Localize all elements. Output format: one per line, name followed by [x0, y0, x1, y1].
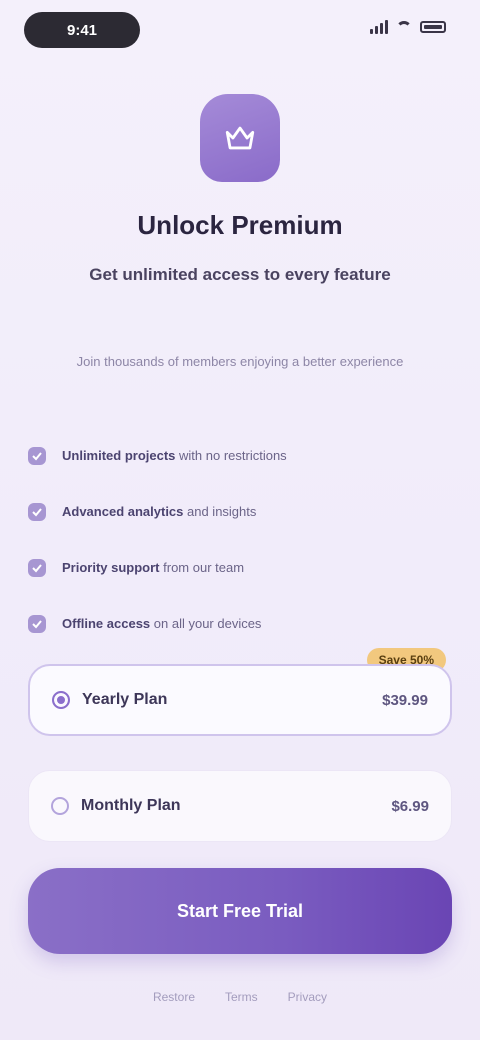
feature-item: Advanced analytics and insights — [28, 484, 448, 540]
check-icon — [28, 503, 46, 521]
feature-text: Unlimited projects with no restrictions — [62, 448, 287, 463]
monthly-plan-option[interactable]: Monthly Plan $6.99 — [28, 770, 452, 842]
yearly-plan-option[interactable]: Yearly Plan $39.99 — [28, 664, 452, 736]
feature-text: Advanced analytics and insights — [62, 504, 257, 519]
plan-label: Yearly Plan — [82, 691, 168, 708]
plan-price: $6.99 — [391, 797, 429, 815]
privacy-link[interactable]: Privacy — [288, 990, 327, 1004]
status-time: 9:41 — [24, 12, 140, 48]
wifi-icon — [396, 21, 412, 33]
check-icon — [28, 559, 46, 577]
plan-radio-selected[interactable] — [52, 691, 70, 709]
feature-text: Offline access on all your devices — [62, 616, 262, 631]
restore-link[interactable]: Restore — [153, 990, 195, 1004]
page-title: Unlock Premium — [137, 210, 343, 240]
feature-text: Priority support from our team — [62, 560, 245, 575]
battery-icon — [420, 21, 446, 33]
feature-item: Offline access on all your devices — [28, 596, 448, 652]
plan-label: Monthly Plan — [81, 797, 181, 814]
feature-item: Priority support from our team — [28, 540, 448, 596]
system-icons — [370, 20, 446, 34]
footer-links: Restore Terms Privacy — [0, 990, 480, 1004]
plan-radio[interactable] — [51, 797, 69, 815]
feature-list: Unlimited projects with no restrictions … — [28, 428, 448, 652]
plan-price: $39.99 — [382, 691, 428, 709]
page-subtitle: Get unlimited access to every feature — [89, 265, 391, 284]
status-bar: 9:41 — [0, 0, 480, 60]
check-icon — [28, 615, 46, 633]
premium-crown-icon — [200, 94, 280, 182]
terms-link[interactable]: Terms — [225, 990, 258, 1004]
check-icon — [28, 447, 46, 465]
page-description: Join thousands of members enjoying a bet… — [76, 354, 404, 369]
start-trial-button[interactable]: Start Free Trial — [28, 868, 452, 954]
signal-icon — [370, 20, 388, 34]
feature-item: Unlimited projects with no restrictions — [28, 428, 448, 484]
